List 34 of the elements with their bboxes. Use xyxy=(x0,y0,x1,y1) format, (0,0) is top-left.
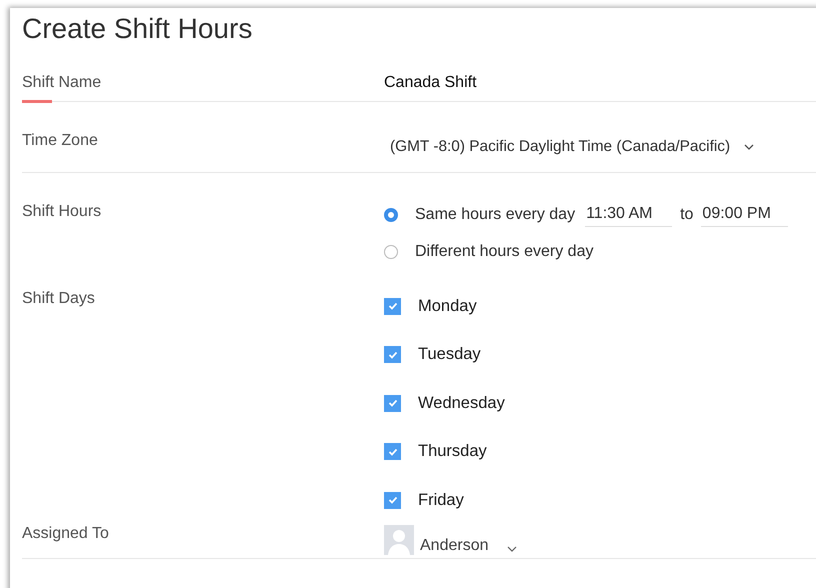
assignee-dropdown[interactable]: Anderson xyxy=(414,537,516,555)
checkmark-icon xyxy=(388,302,398,310)
field-label: Shift Hours xyxy=(22,203,102,222)
checkbox[interactable] xyxy=(384,394,401,412)
avatar-icon xyxy=(384,525,414,555)
checkmark-icon xyxy=(388,399,398,407)
field-label: Shift Name xyxy=(22,74,102,92)
radio-button[interactable] xyxy=(384,245,398,259)
day-label: Wednesday xyxy=(418,394,505,412)
checkbox[interactable] xyxy=(384,298,401,314)
checkmark-icon xyxy=(388,350,398,358)
radio-button[interactable] xyxy=(384,208,398,222)
day-label: Tuesday xyxy=(418,345,481,364)
field-label: Assigned To xyxy=(22,524,110,543)
time-field[interactable]: 11:30 AM xyxy=(585,204,672,226)
page-title: Create Shift Hours xyxy=(22,12,254,46)
checkmark-icon xyxy=(388,496,398,504)
checkbox[interactable] xyxy=(384,443,401,460)
day-label: Thursday xyxy=(418,442,487,461)
checkbox[interactable] xyxy=(384,492,401,508)
checkmark-icon xyxy=(388,448,398,456)
field-label: Time Zone xyxy=(22,132,99,150)
day-label: Monday xyxy=(418,296,477,316)
shift-name-field[interactable]: Canada Shift xyxy=(384,74,816,92)
option-label: Different hours every day xyxy=(415,243,594,261)
day-label: Friday xyxy=(418,490,464,510)
field-label: Shift Days xyxy=(22,290,96,309)
checkbox[interactable] xyxy=(384,346,401,363)
chevron-down-icon xyxy=(506,546,516,552)
option-label: Same hours every day xyxy=(415,206,576,224)
to-label: to xyxy=(680,206,694,224)
time-field[interactable]: 09:00 PM xyxy=(701,204,788,226)
chevron-down-icon xyxy=(744,144,754,150)
time-zone-dropdown[interactable]: (GMT -8:0) Pacific Daylight Time (Canada/Pacific) xyxy=(384,132,816,156)
